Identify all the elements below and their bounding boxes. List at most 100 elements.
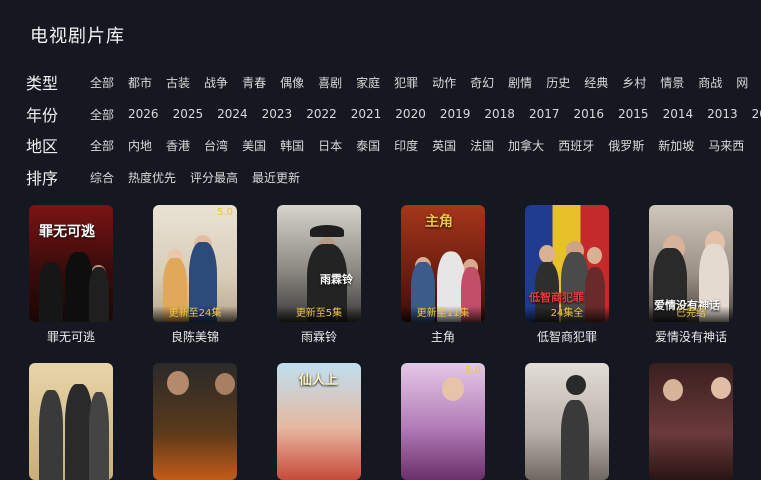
show-card[interactable]	[649, 363, 733, 480]
filter-row-sort: 排序 综合 热度优先 评分最高 最近更新	[26, 165, 314, 189]
filter-option-region[interactable]: 台湾	[204, 137, 228, 154]
poster-image: 仙人上	[277, 363, 361, 480]
show-card[interactable]	[153, 363, 237, 480]
filter-option-type[interactable]: 奇幻	[470, 74, 494, 91]
poster-image	[153, 363, 237, 480]
poster-title-text: 主角	[425, 214, 453, 230]
filter-row-type: 类型 全部 都市 古装 战争 青春 偶像 喜剧 家庭 犯罪 动作 奇幻 剧情 历…	[26, 70, 761, 94]
show-card[interactable]: 5.0 更新至24集 良陈美锦	[153, 205, 237, 345]
poster-title-text: 仙人上	[299, 373, 339, 388]
filter-option-region[interactable]: 日本	[318, 137, 342, 154]
filter-option-type[interactable]: 家庭	[356, 74, 380, 91]
show-card[interactable]: 主角 更新至11集 主角	[401, 205, 485, 345]
filter-option-year[interactable]: 2021	[351, 107, 382, 121]
filter-option-year[interactable]: 2012	[752, 107, 761, 121]
episode-status: 已完结	[649, 306, 733, 322]
sort-option[interactable]: 热度优先	[128, 169, 176, 186]
filter-option-type[interactable]: 喜剧	[318, 74, 342, 91]
filter-label-sort: 排序	[26, 169, 59, 188]
sort-option[interactable]: 评分最高	[190, 169, 238, 186]
poster-title-text: 低智商犯罪	[529, 291, 584, 304]
sort-option[interactable]: 综合	[90, 169, 114, 186]
filter-label-region: 地区	[26, 137, 59, 156]
filter-row-year: 年份 全部 2026 2025 2024 2023 2022 2021 2020…	[26, 102, 761, 126]
show-card[interactable]: 仙人上	[277, 363, 361, 480]
filter-option-region[interactable]: 新加坡	[658, 137, 694, 154]
show-card[interactable]: 爱情没有神话 已完结 爱情没有神话	[649, 205, 733, 345]
filter-option-type[interactable]: 历史	[546, 74, 570, 91]
filter-option-year[interactable]: 2013	[707, 107, 738, 121]
filter-option-type[interactable]: 青春	[242, 74, 266, 91]
filter-option-type[interactable]: 商战	[698, 74, 722, 91]
filter-option-year[interactable]: 2016	[573, 107, 604, 121]
show-title: 爱情没有神话	[654, 330, 727, 344]
filter-option-region[interactable]: 法国	[470, 137, 494, 154]
poster-image: 罪无可逃	[29, 205, 113, 322]
show-card[interactable]	[525, 363, 609, 480]
filter-option-type[interactable]: 全部	[90, 74, 114, 91]
filter-option-year[interactable]: 2025	[173, 107, 204, 121]
filter-option-year[interactable]: 2019	[440, 107, 471, 121]
poster-image: 雨霖铃 更新至5集	[277, 205, 361, 322]
rating-badge: 5.0	[217, 207, 233, 218]
poster-image	[649, 363, 733, 480]
filter-label-type: 类型	[26, 74, 59, 93]
filter-option-year[interactable]: 2015	[618, 107, 649, 121]
filter-option-region[interactable]: 香港	[166, 137, 190, 154]
filter-option-type[interactable]: 动作	[432, 74, 456, 91]
filter-option-year[interactable]: 2018	[484, 107, 515, 121]
episode-status: 更新至24集	[153, 306, 237, 322]
filter-option-year[interactable]: 2014	[663, 107, 694, 121]
filter-option-region[interactable]: 内地	[128, 137, 152, 154]
episode-status: 更新至11集	[401, 306, 485, 322]
filter-option-region[interactable]: 韩国	[280, 137, 304, 154]
show-title: 罪无可逃	[46, 330, 95, 344]
filter-option-type[interactable]: 乡村	[622, 74, 646, 91]
filter-option-region[interactable]: 俄罗斯	[608, 137, 644, 154]
filter-option-year[interactable]: 2020	[395, 107, 426, 121]
episode-status: 24集全	[525, 306, 609, 322]
filter-option-region[interactable]: 加拿大	[508, 137, 544, 154]
poster-image: 爱情没有神话 已完结	[649, 205, 733, 322]
filter-option-type[interactable]: 都市	[128, 74, 152, 91]
show-title: 低智商犯罪	[536, 330, 597, 344]
show-card[interactable]: 雨霖铃 更新至5集 雨霖铃	[277, 205, 361, 345]
show-title: 良陈美锦	[170, 330, 219, 344]
filter-option-year[interactable]: 2024	[217, 107, 248, 121]
filter-option-year[interactable]: 2026	[128, 107, 159, 121]
filter-option-region[interactable]: 全部	[90, 137, 114, 154]
filter-option-type[interactable]: 犯罪	[394, 74, 418, 91]
poster-image: 5.0 更新至24集	[153, 205, 237, 322]
filter-option-year[interactable]: 2017	[529, 107, 560, 121]
filter-option-region[interactable]: 西班牙	[558, 137, 594, 154]
poster-image	[525, 363, 609, 480]
filter-option-type[interactable]: 经典	[584, 74, 608, 91]
poster-image: 低智商犯罪 24集全	[525, 205, 609, 322]
filter-option-region[interactable]: 印度	[394, 137, 418, 154]
show-card[interactable]: 低智商犯罪 24集全 低智商犯罪	[525, 205, 609, 345]
filter-option-year[interactable]: 全部	[90, 106, 114, 123]
show-title: 雨霖铃	[300, 330, 337, 344]
filter-option-type[interactable]: 偶像	[280, 74, 304, 91]
filter-option-type[interactable]: 战争	[204, 74, 228, 91]
filter-option-region[interactable]: 英国	[432, 137, 456, 154]
filter-option-year[interactable]: 2023	[262, 107, 293, 121]
show-title: 主角	[430, 330, 455, 344]
filter-option-year[interactable]: 2022	[306, 107, 337, 121]
poster-title-text: 罪无可逃	[39, 224, 95, 240]
filter-option-type[interactable]: 古装	[166, 74, 190, 91]
filter-option-region[interactable]: 美国	[242, 137, 266, 154]
show-card[interactable]: 5.0	[401, 363, 485, 480]
page-title: 电视剧片库	[30, 26, 125, 47]
show-grid: 罪无可逃 罪无可逃 5.0 更新至24集 良陈美锦 雨霖铃 更新至5集 雨霖铃	[29, 205, 733, 480]
filter-option-region[interactable]: 泰国	[356, 137, 380, 154]
show-card[interactable]	[29, 363, 113, 480]
filter-option-type[interactable]: 情景	[660, 74, 684, 91]
sort-option[interactable]: 最近更新	[252, 169, 300, 186]
show-card[interactable]: 罪无可逃 罪无可逃	[29, 205, 113, 345]
poster-title-text: 雨霖铃	[320, 273, 353, 286]
rating-badge: 5.0	[465, 365, 481, 376]
filter-option-type[interactable]: 网	[736, 74, 748, 91]
filter-option-region[interactable]: 马来西	[708, 137, 744, 154]
filter-option-type[interactable]: 剧情	[508, 74, 532, 91]
